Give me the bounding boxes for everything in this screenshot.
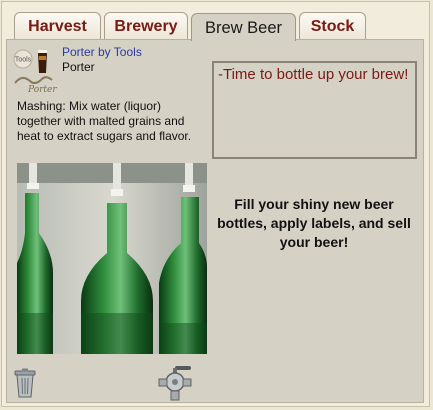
tab-brewery[interactable]: Brewery — [104, 12, 188, 40]
bottling-photo — [17, 163, 207, 354]
svg-text:Tools: Tools — [15, 57, 32, 64]
call-to-action-text: Fill your shiny new beer bottles, apply … — [217, 196, 411, 250]
beer-logo: Tools Porter — [13, 49, 57, 95]
svg-text:Porter: Porter — [27, 85, 57, 95]
message-box: -Time to bottle up your brew! — [212, 61, 417, 159]
beer-brand-link[interactable]: Porter by Tools — [62, 45, 142, 59]
beer-name: Porter — [62, 60, 95, 74]
tab-stock[interactable]: Stock — [299, 12, 366, 40]
step-description: Mashing: Mix water (liquor) together wit… — [17, 99, 192, 143]
tap-valve-icon[interactable] — [157, 364, 193, 402]
tab-brew-beer[interactable]: Brew Beer — [191, 13, 296, 41]
tab-harvest[interactable]: Harvest — [14, 12, 101, 40]
trash-can-icon[interactable] — [13, 368, 37, 398]
